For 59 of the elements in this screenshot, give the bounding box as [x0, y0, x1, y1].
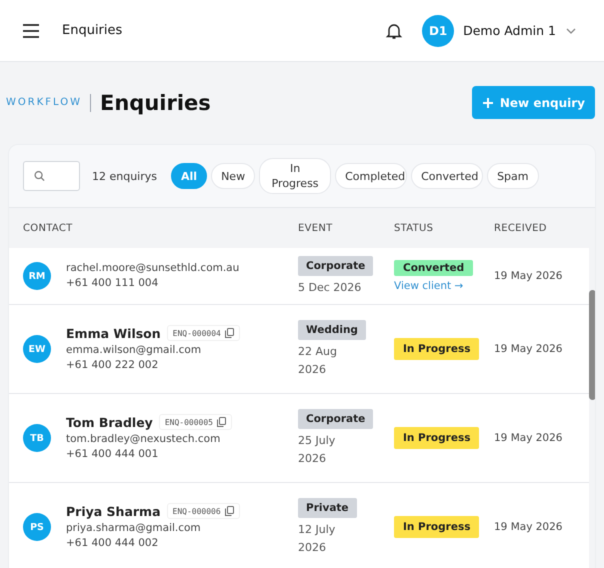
filter-chip[interactable]: New [211, 163, 256, 189]
event-date: 5 Dec 2026 [298, 280, 362, 296]
contact-avatar: TB [23, 424, 51, 452]
contact-name: Tom Bradley [66, 414, 153, 430]
menu-icon[interactable] [22, 24, 40, 38]
bell-icon[interactable] [385, 22, 404, 40]
contact-phone: +61 400 444 002 [66, 536, 160, 551]
page-heading: Enquiries [100, 90, 211, 114]
contact-phone: +61 400 444 001 [66, 447, 160, 462]
view-client-link[interactable]: View client → [394, 280, 494, 292]
column-header: RECEIVED [494, 222, 548, 234]
status-tag: In Progress [394, 516, 480, 538]
event-tag: Private [298, 498, 357, 518]
filter-chip[interactable]: Completed [335, 163, 408, 189]
user-name[interactable]: Demo Admin 1 [463, 23, 556, 38]
scrollbar[interactable] [589, 248, 595, 568]
reference-tag[interactable]: ENQ-000006 [166, 503, 240, 519]
event-tag: Corporate [298, 256, 374, 276]
event-tag: Wedding [298, 320, 366, 340]
contact-phone: +61 400 222 002 [66, 358, 160, 373]
copy-icon[interactable] [224, 328, 234, 338]
result-count: 12 enquirys [92, 170, 158, 182]
search-field[interactable] [23, 161, 80, 191]
search-icon [34, 170, 45, 182]
received-date: 19 May 2026 [494, 432, 564, 444]
copy-icon[interactable] [224, 506, 234, 516]
event-date: 22 Aug 2026 [298, 344, 338, 378]
received-date: 19 May 2026 [494, 521, 564, 533]
status-tag: In Progress [394, 427, 480, 449]
reference-tag[interactable]: ENQ-000004 [166, 325, 240, 341]
status-tag: Converted [394, 260, 474, 276]
contact-avatar: PS [23, 513, 51, 541]
section-label: WORKFLOW [6, 97, 82, 108]
reference-tag[interactable]: ENQ-000005 [158, 414, 232, 430]
contact-name: Emma Wilson [66, 326, 161, 340]
filter-chip[interactable]: Spam [487, 163, 538, 189]
received-date: 19 May 2026 [494, 343, 564, 355]
received-date: 19 May 2026 [494, 270, 564, 282]
page-title: Enquiries [62, 23, 122, 38]
event-date: 12 July 2026 [298, 522, 336, 556]
contact-email: rachel.moore@sunsethld.com.au [66, 261, 240, 276]
contact-avatar: RM [23, 262, 51, 290]
filter-chip[interactable]: In Progress [259, 158, 332, 194]
event-tag: Corporate [298, 408, 374, 428]
contact-name: Priya Sharma [66, 504, 161, 518]
contact-avatar: EW [23, 335, 51, 363]
copy-icon[interactable] [217, 417, 226, 427]
contact-email: priya.sharma@gmail.com [66, 521, 202, 536]
contact-email: tom.bradley@nexustech.com [66, 432, 222, 447]
status-tag: In Progress [394, 338, 480, 360]
plus-icon [482, 96, 494, 108]
filter-chip[interactable]: Converted [411, 163, 484, 189]
event-date: 25 July 2026 [298, 432, 336, 466]
column-header: EVENT [298, 222, 334, 234]
contact-phone: +61 400 111 004 [66, 276, 160, 291]
contact-email: emma.wilson@gmail.com [66, 343, 202, 358]
column-header: CONTACT [23, 222, 74, 234]
column-header: STATUS [394, 222, 434, 234]
chevron-down-icon[interactable] [566, 28, 576, 34]
